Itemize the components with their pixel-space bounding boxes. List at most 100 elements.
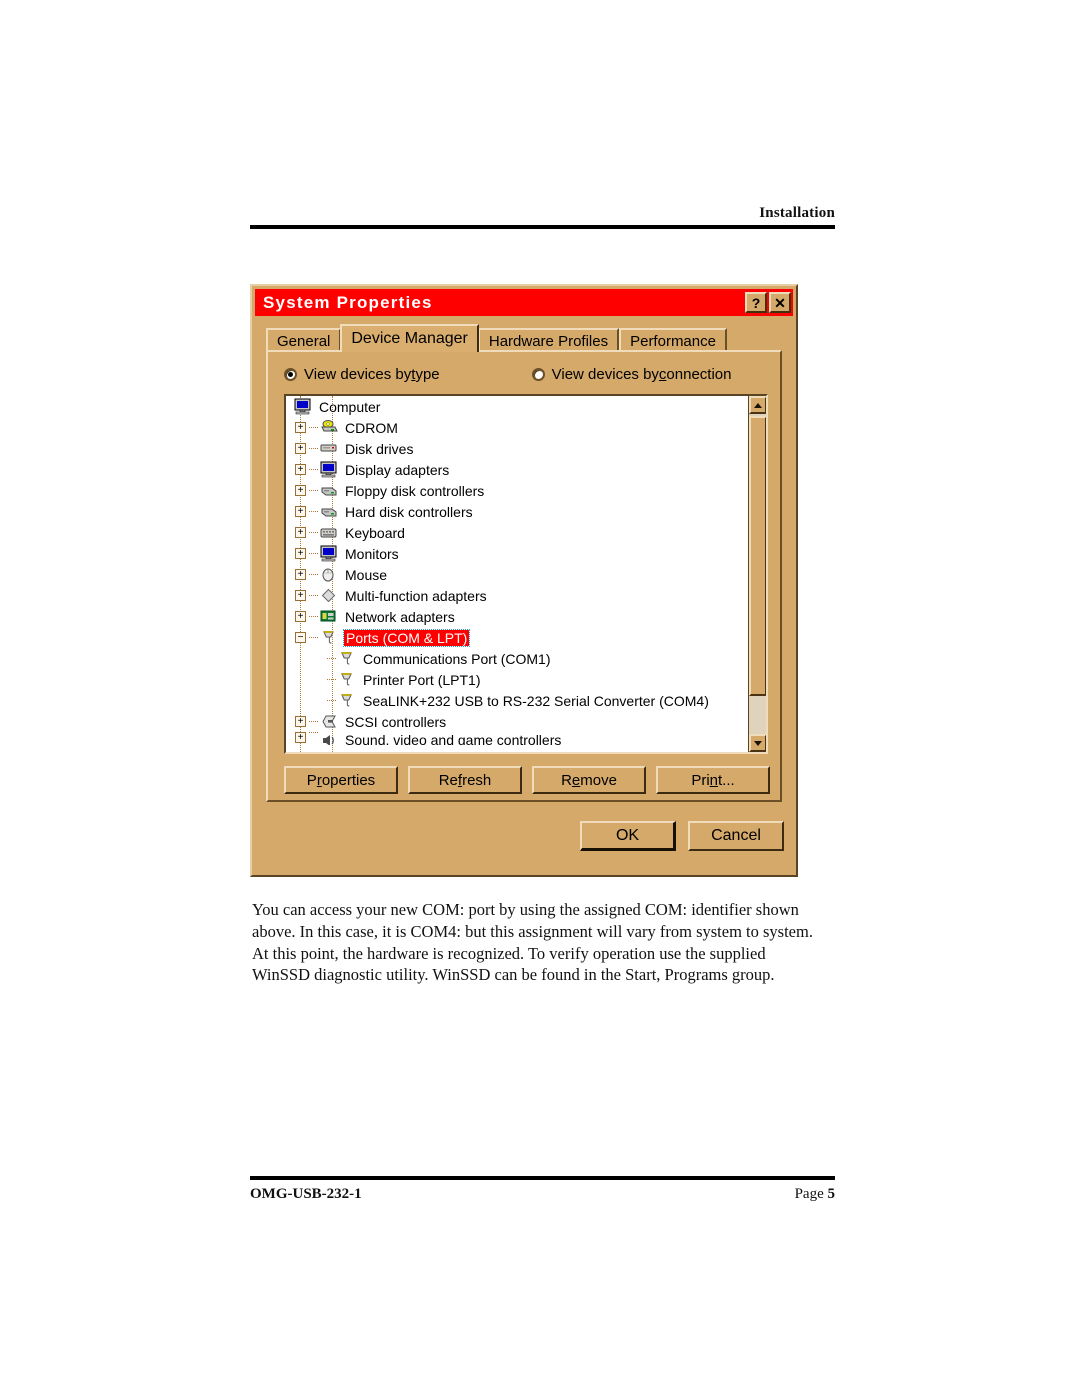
expander-plus-icon[interactable]: + (295, 611, 306, 622)
refresh-label-post: resh (462, 771, 492, 789)
expander-plus-icon[interactable]: + (295, 464, 306, 475)
tree-dash (309, 732, 318, 734)
expander-plus-icon[interactable]: + (295, 443, 306, 454)
footer-page-label: Page (794, 1186, 828, 1202)
expander-minus-icon[interactable]: − (295, 632, 306, 643)
help-button[interactable]: ? (745, 292, 767, 313)
tree-item-display-adapters[interactable]: + Display adapters (286, 459, 750, 480)
scroll-down-button[interactable] (749, 734, 766, 752)
computer-icon (294, 398, 313, 415)
expander-plus-icon[interactable]: + (295, 732, 306, 743)
expander-plus-icon[interactable]: + (295, 569, 306, 580)
tree-dash (309, 468, 318, 471)
tree-label-selected: Ports (COM & LPT) (342, 628, 471, 647)
dialog-buttons: OK Cancel (580, 821, 784, 851)
expander-plus-icon[interactable]: + (295, 590, 306, 601)
hard-disk-controller-icon (320, 503, 339, 520)
tree-dash (327, 678, 336, 681)
tree-item-hard-disk-controllers[interactable]: + Hard disk controllers (286, 501, 750, 522)
tree-label: Hard disk controllers (345, 503, 473, 520)
tree-dash (309, 552, 318, 555)
ok-button[interactable]: OK (580, 821, 676, 851)
dialog-titlebar[interactable]: System Properties ? ✕ (255, 289, 793, 316)
properties-button[interactable]: Pr operties (284, 766, 398, 794)
tree-item-multi-function-adapters[interactable]: + Multi-function adapters (286, 585, 750, 606)
chevron-up-icon (754, 402, 762, 408)
refresh-label-pre: Re (438, 771, 458, 789)
print-label-pre: Pri (691, 771, 710, 789)
tree-item-mouse[interactable]: + Mouse (286, 564, 750, 585)
radio-view-by-type[interactable]: View devices by t ype (284, 366, 440, 383)
disk-drive-icon (320, 440, 339, 457)
tree-item-ports[interactable]: − Ports (COM & LPT) (286, 627, 750, 648)
tree-label: Monitors (345, 545, 399, 562)
floppy-controller-icon (320, 482, 339, 499)
tab-device-manager[interactable]: Device Manager (340, 324, 479, 352)
tree-item-sealink-converter[interactable]: SeaLINK+232 USB to RS-232 Serial Convert… (286, 690, 750, 711)
remove-button[interactable]: Re move (532, 766, 646, 794)
radio-indicator-connection[interactable] (531, 368, 545, 381)
refresh-button[interactable]: Re f resh (408, 766, 522, 794)
tree-label: Communications Port (COM1) (363, 650, 551, 667)
radio-label-connection-post: onnection (666, 366, 732, 383)
expander-plus-icon[interactable]: + (295, 485, 306, 496)
device-manager-tab-page: View devices by t ype View devices by c on… (266, 350, 782, 802)
sound-controller-icon (320, 732, 339, 745)
cancel-button[interactable]: Cancel (688, 821, 784, 851)
close-icon[interactable]: ✕ (769, 292, 791, 313)
tree-vertical-scrollbar[interactable] (748, 396, 766, 752)
radio-label-type-post: ype (415, 366, 440, 383)
tree-label: SCSI controllers (345, 713, 447, 730)
port-icon (320, 629, 339, 646)
monitor-icon (320, 545, 339, 562)
body-paragraph: You can access your new COM: port by usi… (252, 900, 813, 985)
tree-item-printer-port[interactable]: Printer Port (LPT1) (286, 669, 750, 690)
device-tree[interactable]: Computer + CDROM + Disk drives + Display… (284, 394, 768, 754)
expander-plus-icon[interactable]: + (295, 527, 306, 538)
tree-dash (309, 426, 318, 429)
tree-label: Mouse (345, 566, 388, 583)
tree-label: Network adapters (345, 608, 455, 625)
chevron-down-icon (754, 740, 762, 746)
tree-item-sound-controllers[interactable]: + Sound, video and game controllers (286, 732, 750, 745)
tree-item-keyboard[interactable]: + Keyboard (286, 522, 750, 543)
tree-label: Computer (319, 398, 381, 415)
tree-item-cdrom[interactable]: + CDROM (286, 417, 750, 438)
expander-plus-icon[interactable]: + (295, 422, 306, 433)
tab-performance[interactable]: Performance (619, 328, 727, 352)
tree-dash (327, 699, 336, 702)
tree-dash (309, 720, 318, 723)
tree-item-computer[interactable]: Computer (286, 396, 750, 417)
tree-item-disk-drives[interactable]: + Disk drives (286, 438, 750, 459)
radio-indicator-type[interactable] (284, 368, 297, 381)
port-icon (338, 692, 357, 709)
view-mode-radio-group: View devices by t ype View devices by c on… (284, 366, 764, 383)
page-header-title: Installation (759, 205, 835, 221)
tree-item-floppy-disk-controllers[interactable]: + Floppy disk controllers (286, 480, 750, 501)
tab-hardware-profiles[interactable]: Hardware Profiles (477, 328, 620, 352)
cdrom-icon (320, 419, 339, 436)
tree-dash (309, 573, 318, 576)
footer-page-number: 5 (827, 1186, 836, 1202)
remove-accel: e (571, 771, 581, 789)
tree-dash (309, 615, 318, 618)
tree-item-network-adapters[interactable]: + Network adapters (286, 606, 750, 627)
tab-general[interactable]: General (266, 328, 342, 352)
tree-item-scsi-controllers[interactable]: + SCSI controllers (286, 711, 750, 732)
properties-label-pre: P (306, 771, 317, 789)
expander-plus-icon[interactable]: + (295, 506, 306, 517)
scroll-up-button[interactable] (749, 396, 766, 414)
tree-item-monitors[interactable]: + Monitors (286, 543, 750, 564)
expander-plus-icon[interactable]: + (295, 548, 306, 559)
expander-plus-icon[interactable]: + (295, 716, 306, 727)
tree-dash (327, 657, 336, 660)
radio-view-by-connection[interactable]: View devices by c onnection (531, 366, 732, 383)
tree-dash (309, 447, 318, 450)
tree-label: Disk drives (345, 440, 414, 457)
keyboard-icon (320, 524, 339, 541)
print-button[interactable]: Pri n t... (656, 766, 770, 794)
tree-label: Floppy disk controllers (345, 482, 485, 499)
tree-item-communications-port[interactable]: Communications Port (COM1) (286, 648, 750, 669)
page-header: Installation (250, 205, 835, 229)
scrollbar-thumb[interactable] (749, 416, 766, 696)
